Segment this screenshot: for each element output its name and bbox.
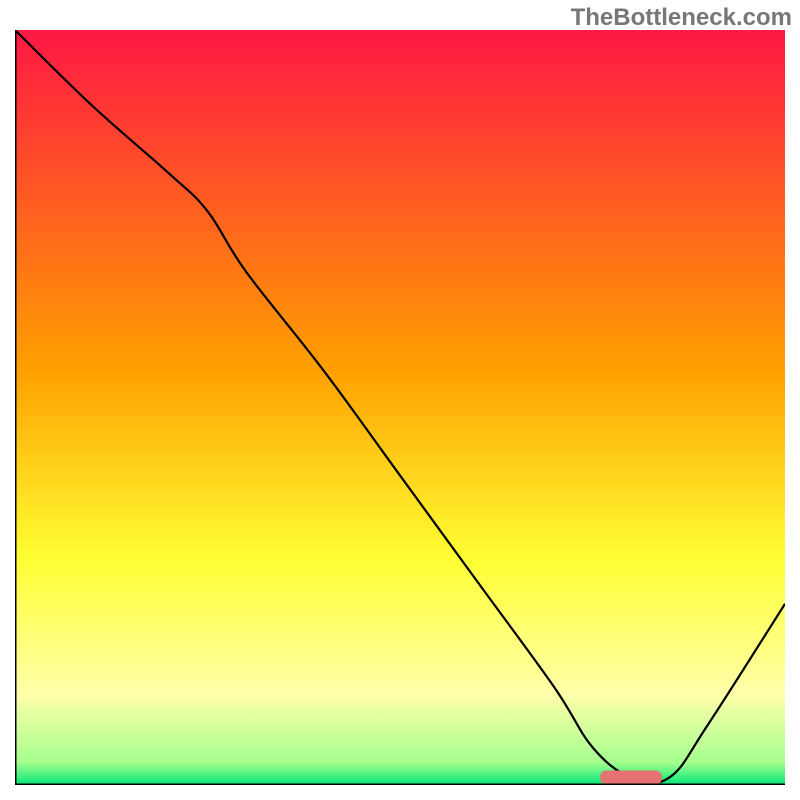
optimal-marker bbox=[600, 770, 662, 784]
gradient-background bbox=[15, 30, 785, 785]
watermark-text: TheBottleneck.com bbox=[571, 4, 792, 32]
chart-container: TheBottleneck.com bbox=[0, 0, 800, 800]
chart-svg bbox=[15, 30, 785, 785]
